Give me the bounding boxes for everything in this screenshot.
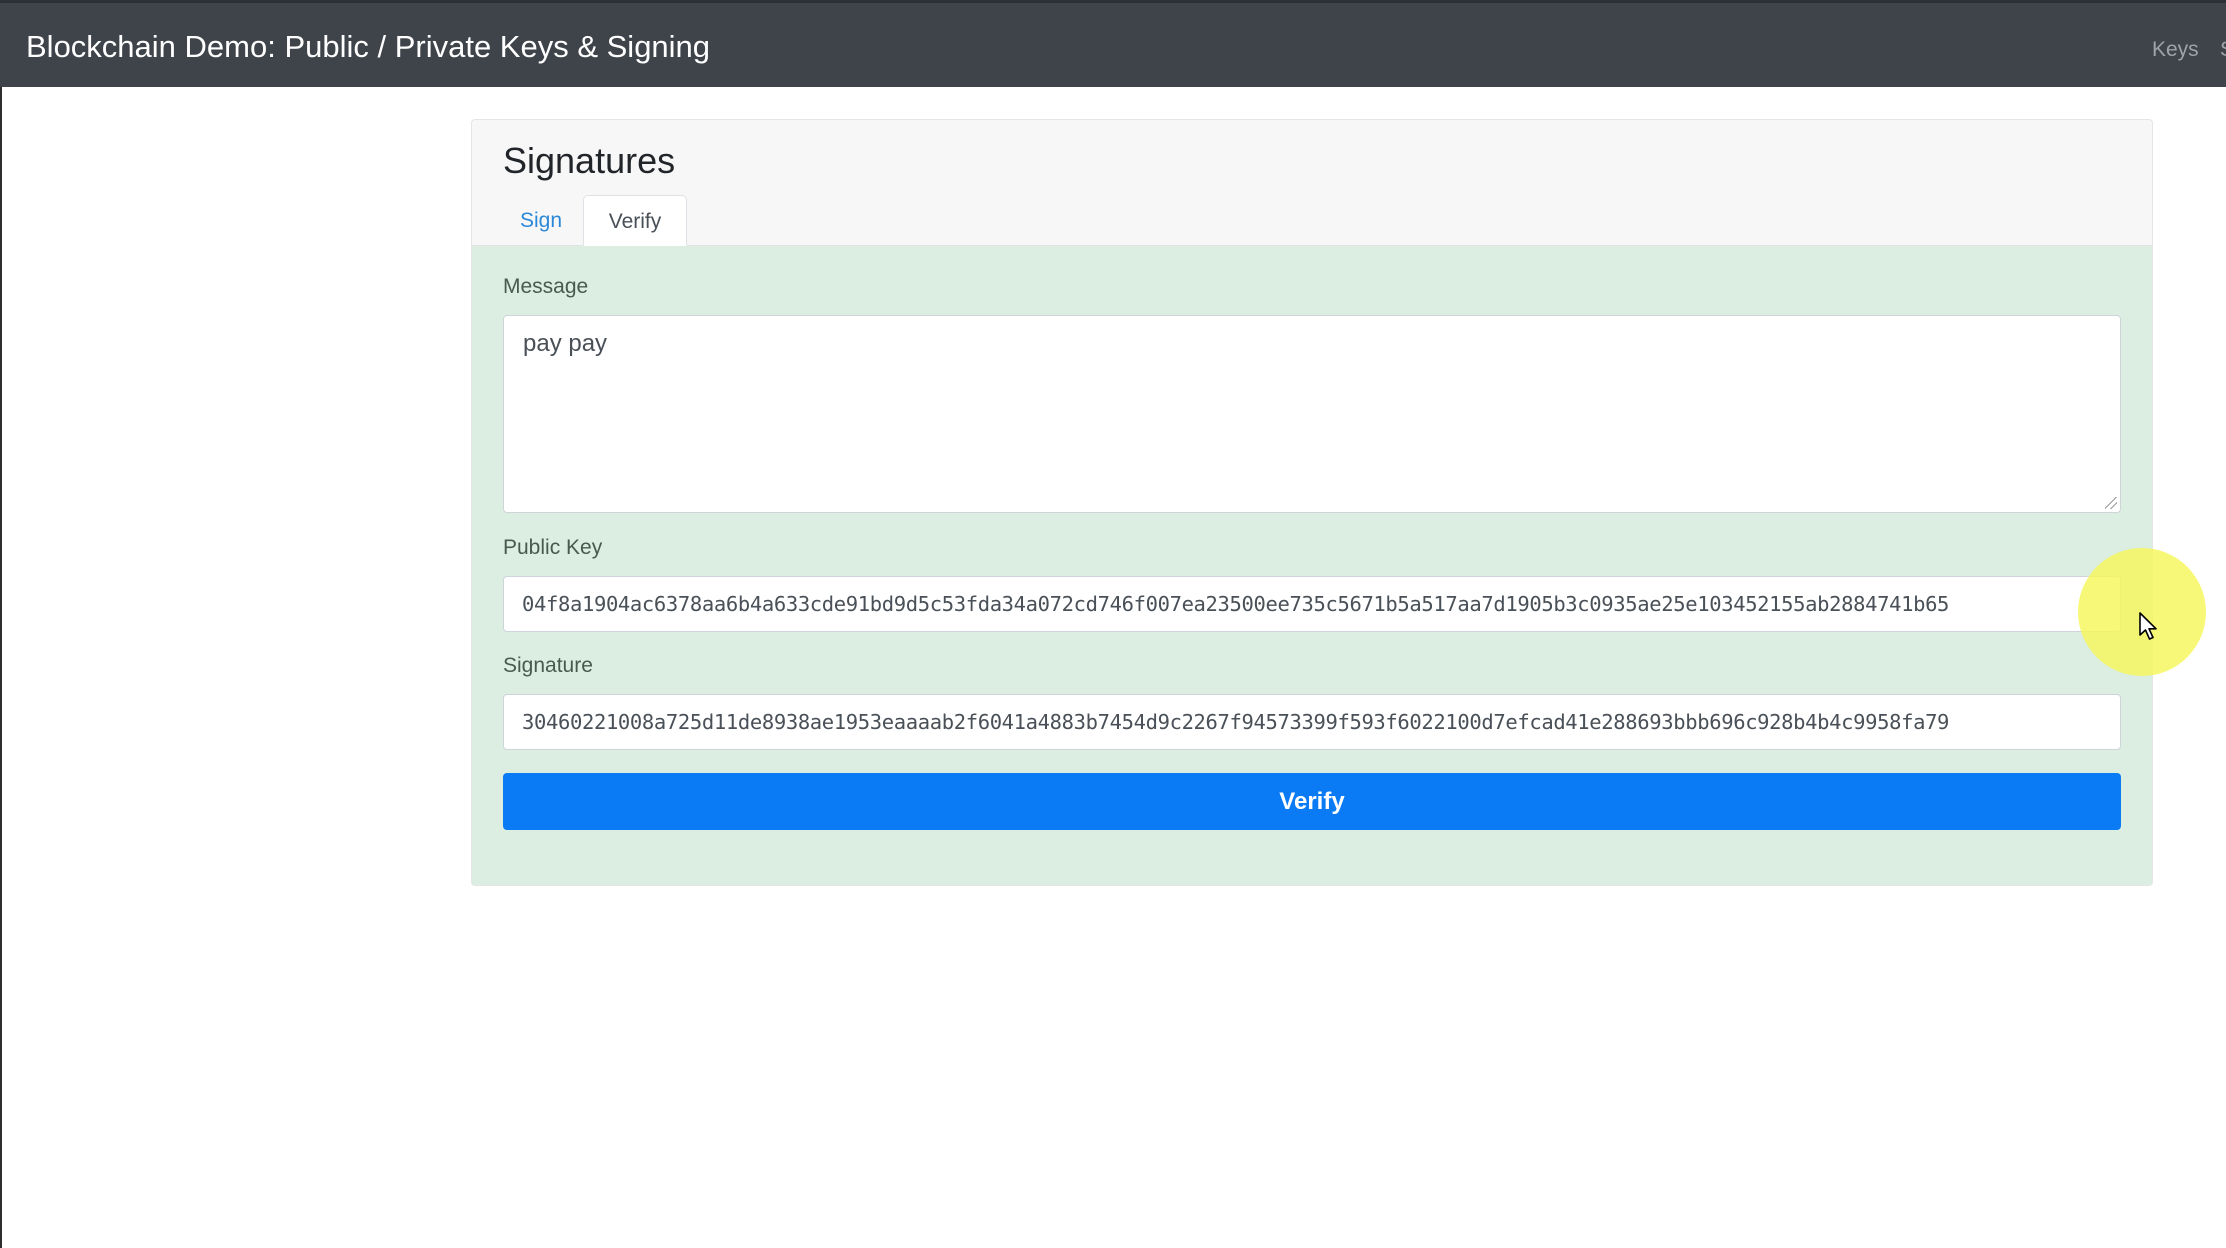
public-key-label: Public Key: [503, 536, 603, 559]
signature-input[interactable]: 30460221008a725d11de8938ae1953eaaaab2f60…: [503, 694, 2121, 750]
message-label: Message: [503, 275, 589, 298]
signatures-card: Signatures Sign Verify Message pay pay P…: [471, 119, 2153, 886]
public-key-input[interactable]: 04f8a1904ac6378aa6b4a633cde91bd9d5c53fda…: [503, 576, 2121, 632]
message-text: pay pay: [523, 330, 608, 357]
mouse-pointer-icon: [2139, 612, 2157, 640]
navbar-brand[interactable]: Blockchain Demo: Public / Private Keys &…: [26, 29, 710, 65]
nav-link-keys[interactable]: Keys: [2152, 38, 2199, 62]
verify-button[interactable]: Verify: [503, 773, 2121, 830]
tab-verify[interactable]: Verify: [583, 195, 687, 246]
card-header: Signatures Sign Verify: [472, 120, 2152, 246]
signature-label: Signature: [503, 654, 593, 677]
top-navbar: Blockchain Demo: Public / Private Keys &…: [0, 0, 2226, 87]
card-title: Signatures: [503, 140, 676, 181]
message-textarea[interactable]: pay pay: [503, 315, 2121, 513]
nav-link-signatures[interactable]: S: [2220, 38, 2226, 62]
tab-sign[interactable]: Sign: [503, 195, 579, 246]
window-edge: [0, 87, 2, 1248]
resize-handle-icon[interactable]: [2105, 497, 2117, 509]
